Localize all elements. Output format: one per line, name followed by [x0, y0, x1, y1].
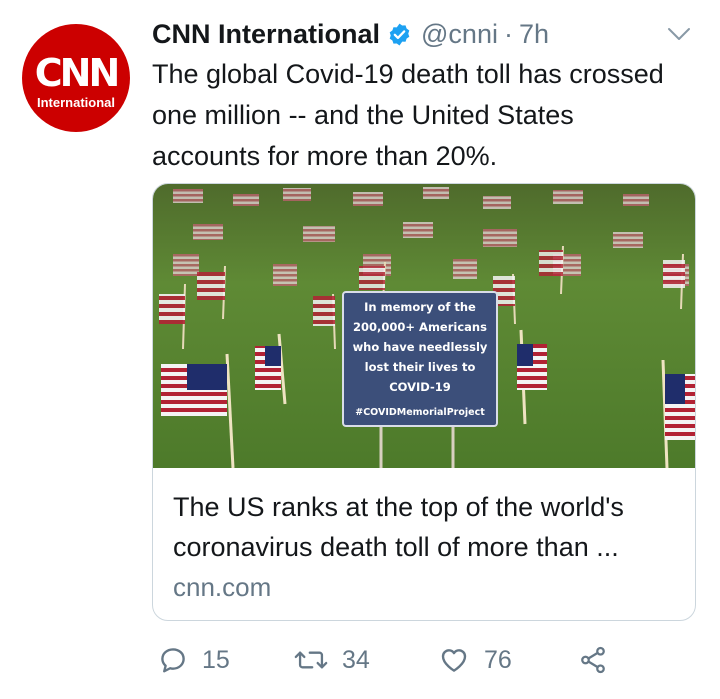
sign-line-4: lost their lives to [365, 360, 476, 374]
sign-line-1: In memory of the [364, 300, 476, 314]
tweet-actions: 15 34 76 [152, 640, 632, 680]
retweet-button[interactable]: 34 [294, 640, 370, 680]
reply-button[interactable]: 15 [158, 640, 230, 680]
avatar-subtitle: International [36, 95, 115, 110]
link-card[interactable]: In memory of the 200,000+ Americans who … [152, 183, 696, 621]
like-icon [441, 649, 467, 672]
share-button[interactable] [578, 640, 608, 680]
sign-line-5: COVID-19 [389, 380, 451, 394]
chevron-down-icon[interactable] [667, 26, 691, 42]
reply-count: 15 [202, 645, 230, 674]
card-title[interactable]: The US ranks at the top of the world's c… [173, 487, 683, 567]
reply-icon [161, 648, 185, 673]
like-button[interactable]: 76 [438, 640, 512, 680]
sign-line-3: who have needlessly [353, 340, 488, 354]
share-icon [581, 646, 605, 674]
card-image[interactable]: In memory of the 200,000+ Americans who … [153, 184, 695, 468]
tweet-header: CNN International @cnni · 7h [152, 16, 549, 52]
retweet-count: 34 [342, 645, 370, 674]
sign-line-2: 200,000+ Americans [353, 320, 487, 334]
retweet-icon [294, 651, 328, 669]
like-count: 76 [484, 645, 512, 674]
sign-hashtag: #COVIDMemorialProject [355, 407, 485, 418]
card-domain: cnn.com [173, 572, 272, 602]
cnn-logo-text: CNN [34, 51, 121, 95]
separator-dot: · [503, 18, 513, 49]
verified-badge-icon [387, 22, 412, 47]
tweet-text: The global Covid-19 death toll has cross… [152, 59, 664, 171]
account-handle[interactable]: @cnni [421, 19, 498, 50]
tweet-timestamp[interactable]: 7h [519, 19, 549, 50]
avatar[interactable]: CNN International [22, 24, 130, 132]
account-name[interactable]: CNN International [152, 19, 380, 50]
